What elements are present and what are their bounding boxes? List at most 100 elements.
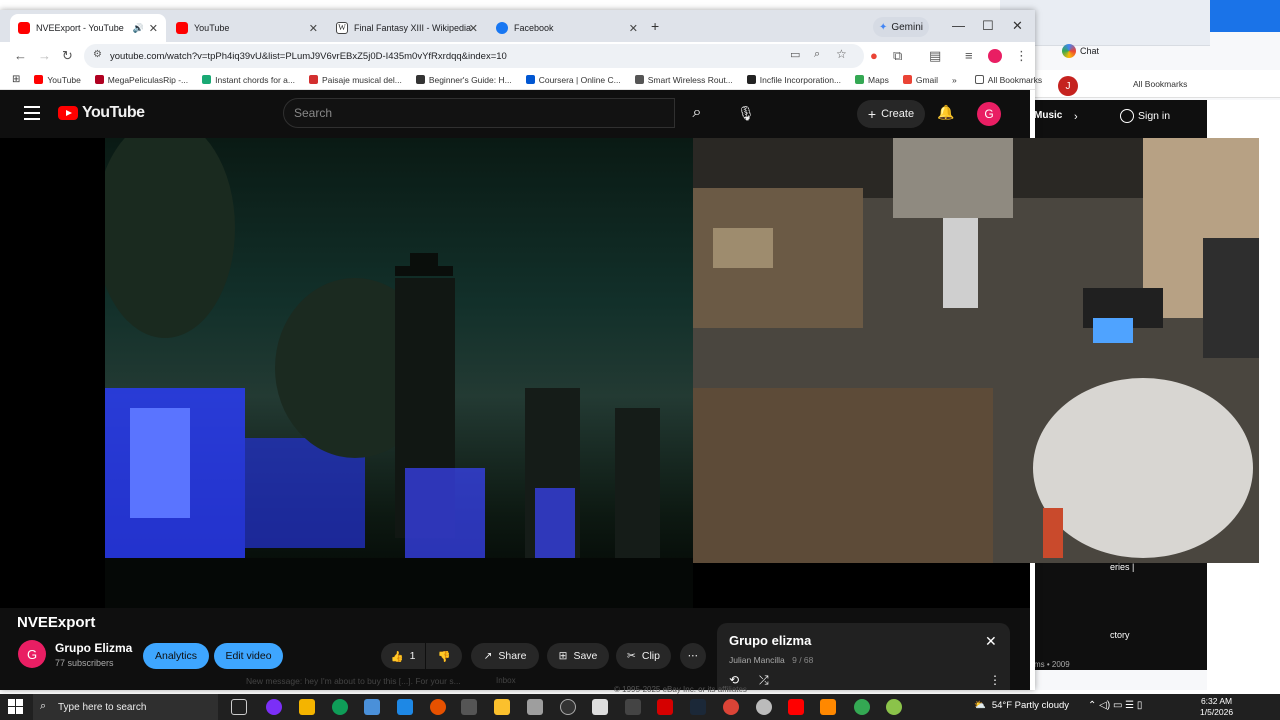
reload-icon[interactable]: ↻	[62, 48, 73, 64]
tab-facebook[interactable]: Facebook ✕	[488, 14, 646, 42]
app-icon[interactable]	[756, 699, 772, 715]
more-actions-button[interactable]: ⋯	[680, 643, 706, 669]
background-profile-avatar[interactable]: J	[1058, 76, 1078, 96]
tab-nveexport[interactable]: NVEExport - YouTube 🔊 ✕	[10, 14, 166, 42]
sign-in-button[interactable]: Sign in	[1120, 103, 1188, 129]
playlist-title[interactable]: Grupo elizma	[729, 633, 811, 648]
app-icon[interactable]	[527, 699, 543, 715]
app-icon[interactable]	[560, 699, 576, 715]
app-icon[interactable]	[397, 699, 413, 715]
bookmark-maps[interactable]: Maps	[855, 75, 889, 85]
analytics-button[interactable]: Analytics	[143, 643, 209, 669]
cast-icon[interactable]: ▭	[790, 48, 800, 61]
video-player[interactable]	[0, 138, 1259, 608]
app-icon[interactable]	[364, 699, 380, 715]
vlc-icon[interactable]	[820, 699, 836, 715]
search-input[interactable]: Search	[283, 98, 675, 128]
close-icon[interactable]: ✕	[985, 633, 997, 650]
close-tab-icon[interactable]: ✕	[309, 22, 318, 35]
weather-widget[interactable]: ⛅ 54°F Partly cloudy	[974, 700, 1069, 711]
edge-icon[interactable]	[332, 699, 348, 715]
bookmark-paisaje[interactable]: Paisaje musical del...	[308, 75, 402, 85]
close-window-icon[interactable]: ✕	[1012, 18, 1023, 34]
bookmark-gmail[interactable]: Gmail	[902, 75, 938, 85]
create-button[interactable]: + Create	[857, 100, 925, 128]
background-side-item-2[interactable]: ctory	[1110, 630, 1130, 640]
app-icon[interactable]	[657, 699, 673, 715]
task-view-icon[interactable]	[231, 699, 247, 715]
tab-wikipedia[interactable]: W Final Fantasy XIII - Wikipedia ✕	[328, 14, 486, 42]
bookmark-coursera[interactable]: Coursera | Online C...	[525, 75, 621, 85]
clip-button[interactable]: ✂ Clip	[616, 643, 671, 669]
like-button[interactable]: 👍 1	[381, 643, 425, 669]
youtube-icon[interactable]	[788, 699, 804, 715]
channel-name[interactable]: Grupo Elizma	[55, 641, 132, 655]
app-icon[interactable]	[886, 699, 902, 715]
zoom-icon[interactable]: ⌕	[814, 48, 820, 61]
minimize-icon[interactable]: —	[952, 18, 965, 33]
playlist-owner[interactable]: Julian Mancilla	[729, 655, 785, 665]
account-avatar[interactable]: G	[977, 102, 1001, 126]
close-tab-icon[interactable]: ✕	[149, 22, 158, 35]
chrome-icon[interactable]	[854, 699, 870, 715]
search-icon[interactable]: ⌕	[675, 98, 719, 128]
calculator-icon[interactable]	[592, 699, 608, 715]
app-icon[interactable]	[430, 699, 446, 715]
tab-search-icon[interactable]: ≡	[965, 48, 973, 63]
bookmark-chords[interactable]: Instant chords for a...	[202, 75, 295, 85]
windows-start-icon[interactable]	[8, 699, 24, 715]
bookmark-beginners-guide[interactable]: Beginner's Guide: H...	[415, 75, 512, 85]
bookmark-smart-wireless[interactable]: Smart Wireless Rout...	[634, 75, 733, 85]
chrome-icon[interactable]	[723, 699, 739, 715]
shuffle-icon[interactable]: ⤮	[759, 673, 769, 688]
bookmark-youtube[interactable]: YouTube	[34, 75, 81, 85]
app-icon[interactable]	[461, 699, 477, 715]
file-explorer-icon[interactable]	[299, 699, 315, 715]
back-icon[interactable]: ←	[14, 48, 27, 63]
close-tab-icon[interactable]: ✕	[629, 22, 638, 35]
all-bookmarks[interactable]: All Bookmarks	[974, 75, 1042, 85]
clock[interactable]: 6:32 AM 1/5/2026	[1200, 696, 1233, 718]
site-info-icon[interactable]: ⚙	[93, 49, 102, 60]
background-all-bookmarks[interactable]: All Bookmarks	[1133, 79, 1187, 89]
maximize-icon[interactable]: ☐	[982, 18, 994, 34]
edit-video-button[interactable]: Edit video	[214, 643, 283, 669]
bookmark-star-icon[interactable]: ☆	[836, 47, 847, 61]
address-bar[interactable]: ⚙ youtube.com/watch?v=tpPh4iq39vU&list=P…	[84, 44, 864, 68]
extension-icon[interactable]: ●	[870, 48, 878, 63]
system-tray-icons[interactable]: ⌃ ◁) ▭ ☰ ▯	[1088, 700, 1142, 711]
gmail-notification[interactable]: New message: hey I'm about to buy this […	[246, 676, 461, 686]
taskbar-search-input[interactable]: ⌕ Type here to search	[33, 694, 218, 720]
extensions-icon[interactable]: ⧉	[893, 48, 902, 64]
app-icon[interactable]	[266, 699, 282, 715]
channel-avatar[interactable]: G	[18, 640, 46, 668]
profile-avatar[interactable]	[988, 49, 1002, 63]
folder-icon[interactable]	[494, 699, 510, 715]
speaker-icon[interactable]: 🔊	[133, 23, 144, 34]
save-button[interactable]: ⊞ Save	[547, 643, 609, 669]
dislike-button[interactable]: 👎	[426, 643, 462, 669]
chevron-right-icon[interactable]: ›	[1074, 111, 1078, 123]
app-icon[interactable]	[625, 699, 641, 715]
music-chip[interactable]: Music	[1034, 110, 1062, 121]
side-panel-icon[interactable]: ▤	[929, 48, 941, 64]
gemini-button[interactable]: ✦ Gemini	[873, 17, 929, 37]
close-tab-icon[interactable]: ✕	[469, 22, 478, 35]
apps-icon[interactable]: ⊞	[12, 74, 20, 85]
playlist-menu-icon[interactable]: ⋮	[989, 673, 1001, 687]
hamburger-menu-icon[interactable]	[24, 106, 40, 124]
youtube-logo[interactable]: YouTube	[58, 104, 145, 122]
steam-icon[interactable]	[690, 699, 706, 715]
bookmark-incfile[interactable]: Incfile Incorporation...	[746, 75, 841, 85]
notifications-bell-icon[interactable]: 🔔	[937, 104, 954, 121]
bookmark-megapeliculas[interactable]: MegaPeliculasRip -...	[94, 75, 188, 85]
new-tab-icon[interactable]: +	[651, 18, 659, 34]
tab-youtube[interactable]: YouTube ✕	[168, 14, 326, 42]
menu-icon[interactable]: ⋮	[1015, 48, 1028, 64]
background-chat-button[interactable]: Chat	[1062, 44, 1099, 58]
share-button[interactable]: ↗ Share	[471, 643, 539, 669]
more-bookmarks-icon[interactable]: »	[952, 75, 957, 85]
forward-icon[interactable]: →	[38, 48, 51, 63]
background-side-item-1[interactable]: eries |	[1110, 562, 1134, 572]
microphone-icon[interactable]: 🎙	[732, 100, 760, 126]
